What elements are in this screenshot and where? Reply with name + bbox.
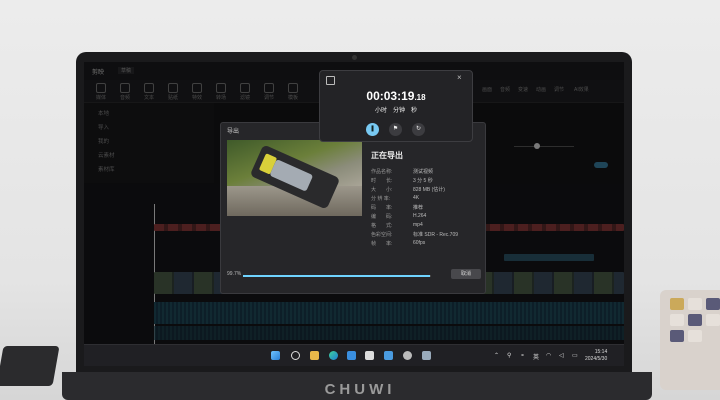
capcut-icon[interactable]	[365, 351, 374, 360]
taskbar-clock[interactable]: 15:14 2024/5/30	[585, 349, 607, 363]
export-progress-fill	[243, 275, 431, 277]
search-icon[interactable]	[291, 351, 300, 360]
info-row: 帧 率: 60fps	[371, 240, 426, 247]
screen-recorder-widget: × 00:03:19.18 小时 分钟 秒 ❚ ⚑ ↻	[319, 70, 473, 142]
laptop-brand-logo: CHUWI	[324, 381, 396, 398]
info-row: 分 辨 率: 4K	[371, 195, 420, 202]
export-status-heading: 正在导出	[371, 151, 403, 160]
tray-wifi-icon[interactable]: ◠	[546, 352, 551, 359]
cancel-export-button[interactable]: 取消	[451, 269, 481, 279]
start-icon[interactable]	[271, 351, 280, 360]
info-row: 时 长: 3 分 5 秒	[371, 178, 433, 184]
export-progress-percent: 99.7%	[227, 271, 242, 277]
restart-recording-button[interactable]: ↻	[412, 123, 425, 136]
store-icon[interactable]	[347, 351, 356, 360]
stop-recording-button[interactable]: ⚑	[389, 123, 402, 136]
info-row: 作品名称: 测试视频	[371, 169, 434, 175]
timer-units: 小时 分钟 秒	[374, 108, 417, 114]
info-row: 编 码: H.264	[371, 213, 427, 220]
mechanical-keyboard	[660, 290, 720, 390]
tray-bluetooth-icon[interactable]: ⚲	[507, 352, 511, 359]
info-row: 码 率: 推荐	[371, 205, 424, 211]
tray-volume-icon[interactable]: ◁	[559, 352, 564, 359]
export-preview-thumbnail	[227, 140, 362, 216]
tray-chevron-up-icon[interactable]: ⌃	[494, 352, 499, 359]
export-dialog-title: 导出	[227, 129, 240, 135]
webcam	[352, 55, 357, 60]
edge-browser-icon[interactable]	[329, 351, 338, 360]
info-row: 格 式: mp4	[371, 222, 423, 229]
external-drive	[0, 346, 60, 386]
snipping-tool-icon	[326, 76, 335, 85]
close-icon[interactable]: ×	[457, 73, 462, 82]
input-language[interactable]: 英	[533, 352, 539, 361]
snipping-tool-taskbar-icon[interactable]	[422, 351, 431, 360]
pause-recording-button[interactable]: ❚	[366, 123, 379, 136]
export-dialog: 导出 正在导出 作品名称: 测试视频 时 长: 3 分 5 秒 大 小: 828 MB…	[220, 122, 486, 294]
app-icon[interactable]	[403, 351, 412, 360]
windows-taskbar: ⌃ ⚲ ⚬ 英 ◠ ◁ ▭ 15:14 2024/5/30	[84, 344, 624, 366]
file-explorer-icon[interactable]	[310, 351, 319, 360]
info-row: 色彩空间: 标准 SDR - Rec.709	[371, 232, 459, 238]
recording-timer: 00:03:19.18	[366, 89, 426, 103]
laptop-screen: 剪映 草稿 媒体 音频 文本 贴纸 特效 转场 滤镜 调节 模板 画面 音频 变…	[84, 62, 624, 366]
tray-network-icon[interactable]: ⚬	[520, 352, 525, 359]
info-row: 大 小: 828 MB (估计)	[371, 187, 445, 193]
tray-battery-icon[interactable]: ▭	[572, 352, 578, 359]
settings-icon[interactable]	[384, 351, 393, 360]
export-progress-bar	[243, 275, 431, 277]
